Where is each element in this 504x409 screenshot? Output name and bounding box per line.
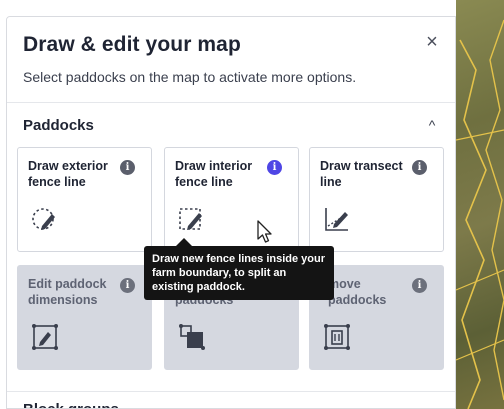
dashed-square-pencil-icon xyxy=(179,208,202,230)
info-icon[interactable]: i xyxy=(120,160,135,175)
card-draw-interior-fence[interactable]: Draw interior fence line i xyxy=(164,147,299,252)
card-label: Draw exterior fence line xyxy=(28,159,108,189)
panel-title: Draw & edit your map xyxy=(23,33,241,56)
section-title-block-groups: Block groups xyxy=(23,401,119,408)
chevron-up-icon[interactable]: ^ xyxy=(425,118,439,132)
mouse-cursor-icon xyxy=(257,220,272,243)
card-label: Draw interior fence line xyxy=(175,159,253,189)
info-icon[interactable]: i xyxy=(120,278,135,293)
card-edit-paddock-dimensions: Edit paddock dimensions i xyxy=(17,265,152,370)
merge-paddocks-icon xyxy=(179,324,205,350)
edit-paddock-icon xyxy=(32,324,58,350)
info-icon[interactable]: i xyxy=(412,160,427,175)
tooltip-draw-interior-fence: Draw new fence lines inside your farm bo… xyxy=(144,238,334,300)
map-view[interactable] xyxy=(456,0,504,409)
paddocks-section-header[interactable]: Paddocks ^ xyxy=(7,103,455,147)
card-label: Draw transect line xyxy=(320,159,403,189)
panel-header: Draw & edit your map Select paddocks on … xyxy=(7,17,455,103)
section-title-paddocks: Paddocks xyxy=(23,116,94,134)
transect-pencil-icon xyxy=(325,208,348,231)
close-icon[interactable]: × xyxy=(423,32,441,52)
card-draw-transect-line[interactable]: Draw transect line i xyxy=(309,147,444,252)
chevron-down-icon[interactable]: ⌄ xyxy=(425,401,439,408)
draw-edit-panel: Draw & edit your map Select paddocks on … xyxy=(6,16,456,409)
remove-paddock-icon xyxy=(324,324,350,350)
info-icon[interactable]: i xyxy=(412,278,427,293)
dashed-circle-pencil-icon xyxy=(32,208,55,230)
block-groups-section: Block groups ⌄ xyxy=(7,391,455,408)
panel-subtitle: Select paddocks on the map to activate m… xyxy=(23,69,357,85)
map-field-lines xyxy=(456,19,504,409)
card-draw-exterior-fence[interactable]: Draw exterior fence line i xyxy=(17,147,152,252)
info-icon[interactable]: i xyxy=(267,160,282,175)
block-groups-section-header[interactable]: Block groups ⌄ xyxy=(7,392,455,408)
card-label: Edit paddock dimensions xyxy=(28,277,107,307)
